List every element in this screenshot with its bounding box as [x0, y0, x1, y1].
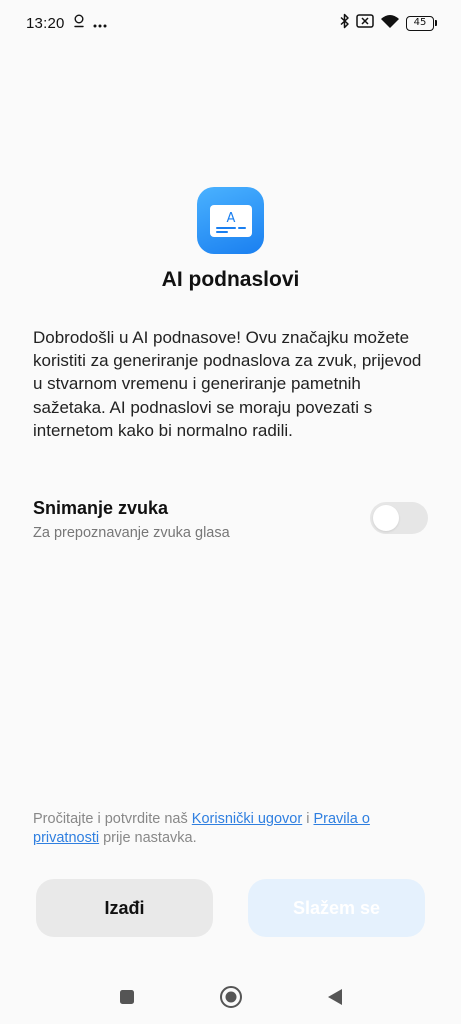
navigation-bar: [0, 975, 461, 1019]
recents-button[interactable]: [115, 985, 139, 1009]
legal-notice: Pročitajte i potvrdite naš Korisnički ug…: [33, 810, 433, 848]
square-icon: [119, 990, 134, 1004]
toggle-knob: [373, 505, 399, 531]
status-time: 13:20: [26, 14, 65, 32]
agree-button[interactable]: Slažem se: [248, 879, 425, 937]
location-pin-icon: [73, 14, 85, 32]
ai-subtitles-app-icon: A: [197, 187, 264, 254]
audio-recording-toggle[interactable]: [370, 502, 428, 534]
setting-subtitle: Za prepoznavanje zvuka glasa: [33, 525, 230, 541]
page-title: AI podnaslovi: [161, 268, 300, 291]
bluetooth-icon: [340, 13, 350, 33]
home-button[interactable]: [219, 985, 243, 1009]
status-left: 13:20: [26, 14, 107, 32]
back-button[interactable]: [323, 985, 347, 1009]
user-agreement-link[interactable]: Korisnički ugovor: [192, 811, 302, 827]
back-triangle-icon: [327, 989, 342, 1005]
setting-title: Snimanje zvuka: [33, 498, 169, 518]
battery-icon: 45: [406, 15, 437, 31]
status-bar: 13:20 45: [0, 0, 461, 46]
exit-button[interactable]: Izađi: [36, 879, 213, 937]
status-right: 45: [340, 13, 437, 33]
home-circle-icon: [219, 986, 242, 1008]
legal-suffix: prije nastavka.: [99, 830, 197, 846]
more-notifications-icon: [93, 15, 107, 32]
battery-level: 45: [406, 15, 434, 31]
audio-recording-setting[interactable]: Snimanje zvuka Za prepoznavanje zvuka gl…: [33, 496, 428, 546]
no-sim-icon: [356, 14, 374, 32]
svg-text:A: A: [226, 211, 235, 226]
legal-middle: i: [302, 811, 314, 827]
legal-prefix: Pročitajte i potvrdite naš: [33, 811, 192, 827]
intro-description: Dobrodošli u AI podnasove! Ovu značajku …: [33, 328, 422, 440]
wifi-icon: [380, 14, 400, 33]
